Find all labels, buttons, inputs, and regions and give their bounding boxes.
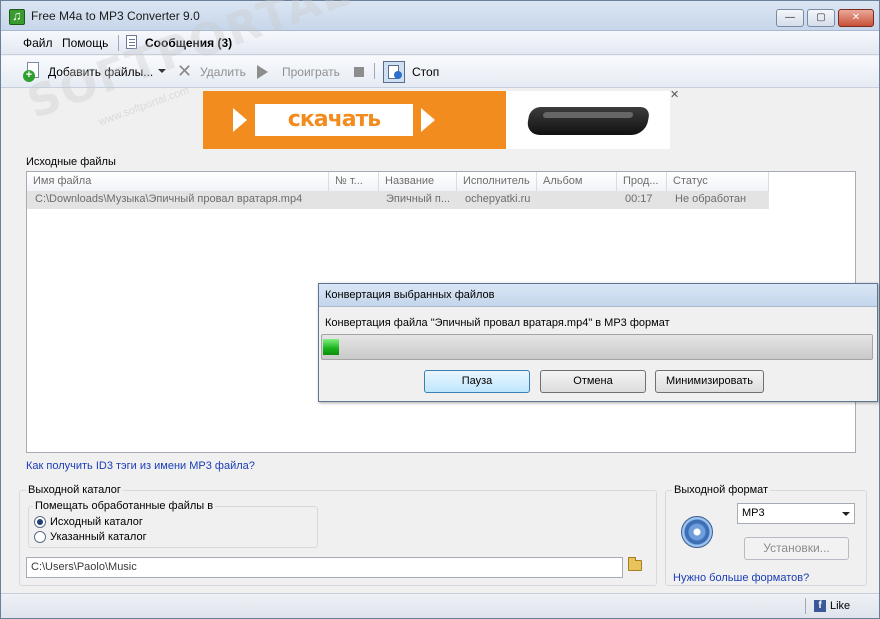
- more-formats-link[interactable]: Нужно больше форматов?: [673, 572, 809, 584]
- add-files-button[interactable]: Добавить файлы...: [48, 65, 153, 79]
- banner-arrow-right-icon: [421, 108, 435, 132]
- column-duration[interactable]: Прод...: [617, 172, 667, 191]
- toolbar: + Добавить файлы... ✕ Удалить Проиграть …: [1, 56, 879, 88]
- placement-group-label: Помещать обработанные файлы в: [33, 500, 216, 512]
- delete-icon: ✕: [177, 61, 193, 81]
- cancel-button[interactable]: Отмена: [540, 370, 646, 393]
- table-row[interactable]: C:\Downloads\Музыка\Эпичный провал врата…: [27, 191, 769, 209]
- chevron-down-icon: [842, 512, 850, 516]
- format-select-value: MP3: [742, 507, 765, 519]
- format-select[interactable]: MP3: [737, 503, 855, 524]
- cell-artist: ochepyatki.ru: [465, 193, 531, 205]
- facebook-like-label: Like: [830, 600, 851, 612]
- add-files-dropdown-icon[interactable]: [158, 69, 166, 73]
- toolbar-separator: [374, 63, 375, 79]
- play-button[interactable]: Проиграть: [282, 65, 340, 79]
- output-format-label: Выходной формат: [672, 484, 771, 496]
- radio-custom-catalog[interactable]: [34, 531, 46, 543]
- add-files-icon[interactable]: +: [23, 62, 41, 82]
- cell-status: Не обработан: [675, 193, 747, 205]
- column-filename[interactable]: Имя файла: [27, 172, 329, 191]
- window-title: Free M4a to MP3 Converter 9.0: [31, 9, 200, 23]
- output-catalog-label: Выходной каталог: [26, 484, 123, 496]
- dialog-message: Конвертация файла "Эпичный провал вратар…: [325, 317, 670, 329]
- banner-orange-area: скачать сейчас: [203, 91, 506, 149]
- source-files-label: Исходные файлы: [26, 156, 116, 168]
- banner-download-now[interactable]: скачать сейчас: [255, 104, 413, 149]
- output-path-input[interactable]: C:\Users\Paolo\Music: [26, 557, 623, 578]
- main-window: Free M4a to MP3 Converter 9.0 — ▢ ✕ Файл…: [0, 0, 880, 619]
- messages-icon: [126, 35, 137, 49]
- menu-messages[interactable]: Сообщения (3): [145, 36, 232, 50]
- title-bar: Free M4a to MP3 Converter 9.0 — ▢ ✕: [1, 1, 879, 31]
- minimize-button[interactable]: —: [776, 9, 804, 27]
- column-title[interactable]: Название: [379, 172, 457, 191]
- statusbar-separator: [805, 598, 806, 614]
- banner-arrow-left-icon: [233, 108, 247, 132]
- menu-separator: [118, 35, 119, 51]
- facebook-icon: f: [814, 600, 826, 612]
- cell-title: Эпичный п...: [386, 193, 451, 205]
- cell-filename: C:\Downloads\Музыка\Эпичный провал врата…: [35, 193, 303, 205]
- column-album[interactable]: Альбом: [537, 172, 617, 191]
- browse-folder-icon[interactable]: [628, 557, 642, 571]
- ad-banner[interactable]: скачать сейчас: [203, 91, 670, 149]
- stop-square-icon: [354, 67, 364, 77]
- close-button[interactable]: ✕: [838, 9, 874, 27]
- column-artist[interactable]: Исполнитель: [457, 172, 537, 191]
- conversion-dialog: Конвертация выбранных файлов Конвертация…: [318, 283, 878, 402]
- conversion-progress-bar: [321, 334, 873, 360]
- progress-fill: [323, 339, 339, 355]
- menu-file[interactable]: Файл: [23, 36, 53, 50]
- pause-button[interactable]: Пауза: [424, 370, 530, 393]
- delete-button[interactable]: Удалить: [200, 65, 246, 79]
- column-status[interactable]: Статус: [667, 172, 769, 191]
- menu-bar: Файл Помощь Сообщения (3): [1, 31, 879, 55]
- stop-button[interactable]: Стоп: [412, 65, 439, 79]
- facebook-like-button[interactable]: f Like: [809, 598, 855, 616]
- play-icon: [257, 65, 268, 79]
- disc-icon: [681, 516, 713, 548]
- banner-close-icon[interactable]: ✕: [670, 90, 680, 101]
- stop-convert-icon[interactable]: [383, 61, 405, 83]
- app-music-icon: [9, 8, 25, 25]
- radio-source-catalog-label[interactable]: Исходный каталог: [50, 516, 143, 528]
- softportal-watermark-url: www.softportal.com: [97, 84, 191, 129]
- cell-duration: 00:17: [625, 193, 653, 205]
- menu-help[interactable]: Помощь: [62, 36, 108, 50]
- banner-device-image: [525, 107, 651, 135]
- radio-source-catalog[interactable]: [34, 516, 46, 528]
- settings-button[interactable]: Установки...: [744, 537, 849, 560]
- maximize-button[interactable]: ▢: [807, 9, 835, 27]
- id3-help-link[interactable]: Как получить ID3 тэги из имени MP3 файла…: [26, 460, 255, 472]
- column-track[interactable]: № т...: [329, 172, 379, 191]
- status-bar: f Like: [1, 593, 879, 618]
- dialog-title: Конвертация выбранных файлов: [319, 284, 877, 307]
- radio-custom-catalog-label[interactable]: Указанный каталог: [50, 531, 147, 543]
- minimize-dialog-button[interactable]: Минимизировать: [655, 370, 764, 393]
